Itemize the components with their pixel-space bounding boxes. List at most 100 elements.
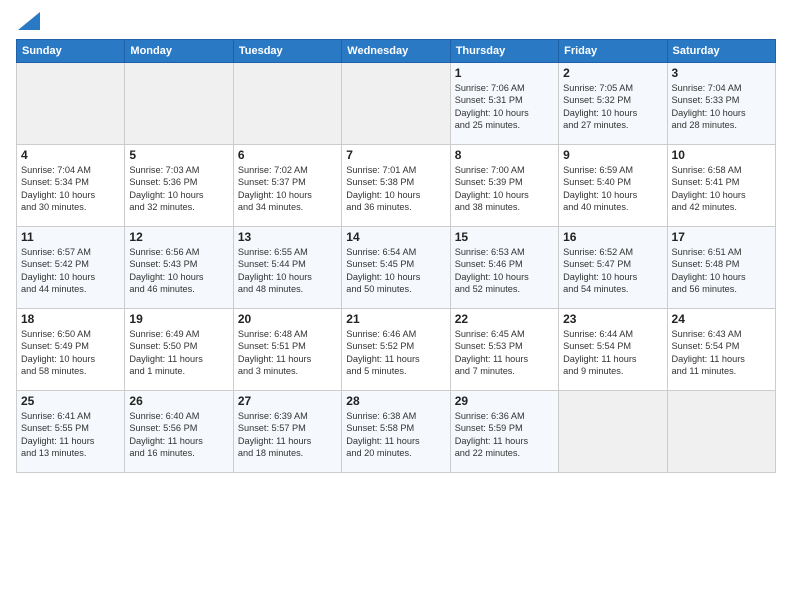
- day-detail: Sunrise: 6:46 AM Sunset: 5:52 PM Dayligh…: [346, 328, 445, 378]
- calendar-cell: 16 Sunrise: 6:52 AM Sunset: 5:47 PM Dayli…: [559, 226, 667, 308]
- calendar-cell: 5 Sunrise: 7:03 AM Sunset: 5:36 PM Daylig…: [125, 144, 233, 226]
- calendar-cell: 11 Sunrise: 6:57 AM Sunset: 5:42 PM Dayli…: [17, 226, 125, 308]
- day-number: 11: [21, 230, 120, 244]
- calendar-cell: [342, 62, 450, 144]
- day-number: 16: [563, 230, 662, 244]
- week-row-3: 11 Sunrise: 6:57 AM Sunset: 5:42 PM Dayli…: [17, 226, 776, 308]
- calendar-cell: 20 Sunrise: 6:48 AM Sunset: 5:51 PM Dayli…: [233, 308, 341, 390]
- day-number: 10: [672, 148, 771, 162]
- weekday-header-saturday: Saturday: [667, 39, 775, 62]
- day-number: 20: [238, 312, 337, 326]
- weekday-header-sunday: Sunday: [17, 39, 125, 62]
- calendar-cell: [17, 62, 125, 144]
- day-number: 28: [346, 394, 445, 408]
- day-number: 5: [129, 148, 228, 162]
- day-number: 21: [346, 312, 445, 326]
- day-detail: Sunrise: 6:59 AM Sunset: 5:40 PM Dayligh…: [563, 164, 662, 214]
- day-detail: Sunrise: 6:44 AM Sunset: 5:54 PM Dayligh…: [563, 328, 662, 378]
- calendar-cell: 14 Sunrise: 6:54 AM Sunset: 5:45 PM Dayli…: [342, 226, 450, 308]
- calendar-cell: 18 Sunrise: 6:50 AM Sunset: 5:49 PM Dayli…: [17, 308, 125, 390]
- calendar-cell: 23 Sunrise: 6:44 AM Sunset: 5:54 PM Dayli…: [559, 308, 667, 390]
- calendar-cell: [559, 390, 667, 472]
- calendar-cell: 4 Sunrise: 7:04 AM Sunset: 5:34 PM Daylig…: [17, 144, 125, 226]
- day-detail: Sunrise: 6:50 AM Sunset: 5:49 PM Dayligh…: [21, 328, 120, 378]
- day-number: 7: [346, 148, 445, 162]
- day-detail: Sunrise: 6:38 AM Sunset: 5:58 PM Dayligh…: [346, 410, 445, 460]
- day-detail: Sunrise: 6:51 AM Sunset: 5:48 PM Dayligh…: [672, 246, 771, 296]
- day-number: 29: [455, 394, 554, 408]
- weekday-header-thursday: Thursday: [450, 39, 558, 62]
- day-number: 2: [563, 66, 662, 80]
- calendar-cell: 8Sunrise: 7:00 AM Sunset: 5:39 PM Daylig…: [450, 144, 558, 226]
- calendar-cell: [667, 390, 775, 472]
- day-number: 26: [129, 394, 228, 408]
- day-number: 25: [21, 394, 120, 408]
- weekday-header-monday: Monday: [125, 39, 233, 62]
- day-number: 12: [129, 230, 228, 244]
- calendar-cell: 15 Sunrise: 6:53 AM Sunset: 5:46 PM Dayli…: [450, 226, 558, 308]
- day-detail: Sunrise: 6:45 AM Sunset: 5:53 PM Dayligh…: [455, 328, 554, 378]
- day-number: 24: [672, 312, 771, 326]
- calendar-cell: [233, 62, 341, 144]
- calendar-page: SundayMondayTuesdayWednesdayThursdayFrid…: [0, 0, 792, 612]
- day-detail: Sunrise: 6:55 AM Sunset: 5:44 PM Dayligh…: [238, 246, 337, 296]
- calendar-table: SundayMondayTuesdayWednesdayThursdayFrid…: [16, 39, 776, 473]
- day-detail: Sunrise: 7:03 AM Sunset: 5:36 PM Dayligh…: [129, 164, 228, 214]
- day-detail: Sunrise: 7:04 AM Sunset: 5:34 PM Dayligh…: [21, 164, 120, 214]
- calendar-cell: 22 Sunrise: 6:45 AM Sunset: 5:53 PM Dayli…: [450, 308, 558, 390]
- day-number: 22: [455, 312, 554, 326]
- week-row-4: 18 Sunrise: 6:50 AM Sunset: 5:49 PM Dayli…: [17, 308, 776, 390]
- day-detail: Sunrise: 7:01 AM Sunset: 5:38 PM Dayligh…: [346, 164, 445, 214]
- calendar-cell: 21 Sunrise: 6:46 AM Sunset: 5:52 PM Dayli…: [342, 308, 450, 390]
- day-number: 17: [672, 230, 771, 244]
- day-detail: Sunrise: 6:39 AM Sunset: 5:57 PM Dayligh…: [238, 410, 337, 460]
- day-number: 18: [21, 312, 120, 326]
- day-detail: Sunrise: 6:57 AM Sunset: 5:42 PM Dayligh…: [21, 246, 120, 296]
- day-number: 3: [672, 66, 771, 80]
- day-detail: Sunrise: 6:53 AM Sunset: 5:46 PM Dayligh…: [455, 246, 554, 296]
- day-number: 19: [129, 312, 228, 326]
- day-number: 14: [346, 230, 445, 244]
- day-number: 1: [455, 66, 554, 80]
- day-detail: Sunrise: 6:40 AM Sunset: 5:56 PM Dayligh…: [129, 410, 228, 460]
- calendar-cell: 2 Sunrise: 7:05 AM Sunset: 5:32 PM Daylig…: [559, 62, 667, 144]
- day-detail: Sunrise: 6:54 AM Sunset: 5:45 PM Dayligh…: [346, 246, 445, 296]
- day-number: 27: [238, 394, 337, 408]
- day-number: 15: [455, 230, 554, 244]
- calendar-cell: 9 Sunrise: 6:59 AM Sunset: 5:40 PM Daylig…: [559, 144, 667, 226]
- day-detail: Sunrise: 7:06 AM Sunset: 5:31 PM Dayligh…: [455, 82, 554, 132]
- day-number: 4: [21, 148, 120, 162]
- calendar-cell: 29Sunrise: 6:36 AM Sunset: 5:59 PM Dayli…: [450, 390, 558, 472]
- day-number: 9: [563, 148, 662, 162]
- calendar-cell: 7 Sunrise: 7:01 AM Sunset: 5:38 PM Daylig…: [342, 144, 450, 226]
- day-number: 8: [455, 148, 554, 162]
- calendar-cell: 26 Sunrise: 6:40 AM Sunset: 5:56 PM Dayli…: [125, 390, 233, 472]
- day-detail: Sunrise: 7:05 AM Sunset: 5:32 PM Dayligh…: [563, 82, 662, 132]
- day-number: 13: [238, 230, 337, 244]
- weekday-header-tuesday: Tuesday: [233, 39, 341, 62]
- day-detail: Sunrise: 7:02 AM Sunset: 5:37 PM Dayligh…: [238, 164, 337, 214]
- day-number: 6: [238, 148, 337, 162]
- calendar-cell: 13 Sunrise: 6:55 AM Sunset: 5:44 PM Dayli…: [233, 226, 341, 308]
- day-detail: Sunrise: 6:58 AM Sunset: 5:41 PM Dayligh…: [672, 164, 771, 214]
- week-row-1: 1 Sunrise: 7:06 AM Sunset: 5:31 PM Daylig…: [17, 62, 776, 144]
- calendar-cell: 1 Sunrise: 7:06 AM Sunset: 5:31 PM Daylig…: [450, 62, 558, 144]
- calendar-cell: 17 Sunrise: 6:51 AM Sunset: 5:48 PM Dayli…: [667, 226, 775, 308]
- day-detail: Sunrise: 6:56 AM Sunset: 5:43 PM Dayligh…: [129, 246, 228, 296]
- weekday-header-friday: Friday: [559, 39, 667, 62]
- weekday-header-wednesday: Wednesday: [342, 39, 450, 62]
- day-detail: Sunrise: 7:04 AM Sunset: 5:33 PM Dayligh…: [672, 82, 771, 132]
- calendar-cell: 25 Sunrise: 6:41 AM Sunset: 5:55 PM Dayli…: [17, 390, 125, 472]
- calendar-cell: 19 Sunrise: 6:49 AM Sunset: 5:50 PM Dayli…: [125, 308, 233, 390]
- calendar-cell: 28 Sunrise: 6:38 AM Sunset: 5:58 PM Dayli…: [342, 390, 450, 472]
- logo: [16, 12, 40, 33]
- day-detail: Sunrise: 6:49 AM Sunset: 5:50 PM Dayligh…: [129, 328, 228, 378]
- day-detail: Sunrise: 6:48 AM Sunset: 5:51 PM Dayligh…: [238, 328, 337, 378]
- calendar-cell: 10 Sunrise: 6:58 AM Sunset: 5:41 PM Dayli…: [667, 144, 775, 226]
- day-number: 23: [563, 312, 662, 326]
- day-detail: Sunrise: 6:41 AM Sunset: 5:55 PM Dayligh…: [21, 410, 120, 460]
- calendar-cell: 24Sunrise: 6:43 AM Sunset: 5:54 PM Dayli…: [667, 308, 775, 390]
- calendar-cell: 3 Sunrise: 7:04 AM Sunset: 5:33 PM Daylig…: [667, 62, 775, 144]
- logo-icon: [18, 12, 40, 35]
- day-detail: Sunrise: 6:52 AM Sunset: 5:47 PM Dayligh…: [563, 246, 662, 296]
